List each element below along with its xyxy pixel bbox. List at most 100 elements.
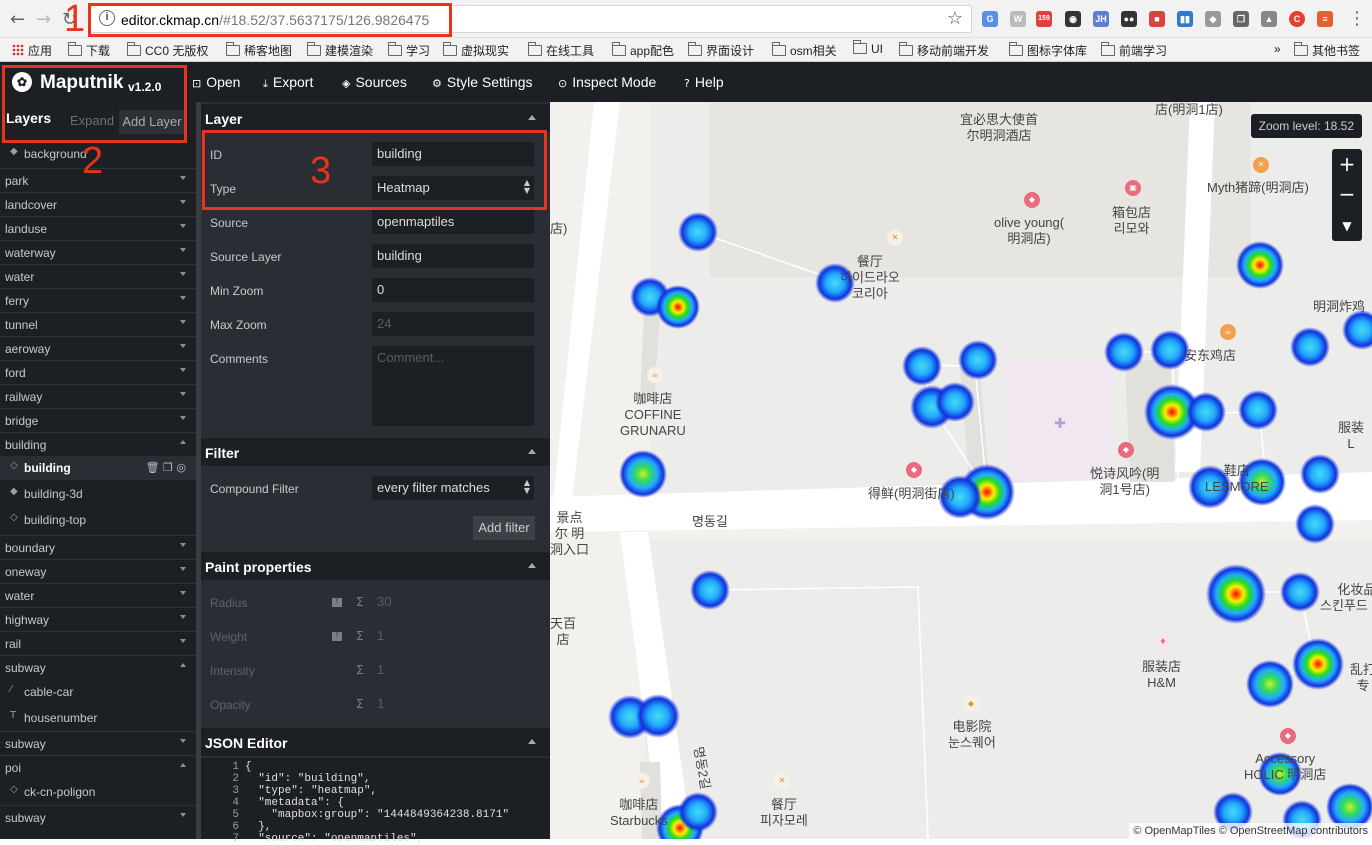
translate-extension-icon[interactable]: G: [982, 11, 998, 27]
layer-group-row[interactable]: ferry: [0, 288, 196, 312]
add-filter-button[interactable]: Add filter: [473, 516, 535, 540]
bag-poi-icon[interactable]: ▣: [1125, 180, 1141, 196]
clothes-poi-icon[interactable]: ♦: [1155, 634, 1171, 650]
compound-filter-select[interactable]: every filter matches ▲ ▼: [372, 476, 534, 500]
bookmark-folder[interactable]: 下载: [68, 42, 110, 59]
chevron-down-icon[interactable]: [180, 813, 186, 817]
chevron-down-icon[interactable]: [180, 296, 186, 300]
camera-extension-icon[interactable]: ◉: [1065, 11, 1081, 27]
circle-extension-icon[interactable]: C: [1289, 11, 1305, 27]
layer-row[interactable]: ◆ building-3d: [0, 482, 196, 506]
layer-group-row[interactable]: subway: [0, 731, 196, 755]
expression-sigma-icon[interactable]: Σ: [356, 697, 364, 711]
bookmark-folder[interactable]: 界面设计: [688, 42, 754, 59]
bookmark-star-icon[interactable]: ☆: [947, 8, 963, 29]
chevron-down-icon[interactable]: [180, 368, 186, 372]
expression-sigma-icon[interactable]: Σ: [356, 595, 364, 609]
layer-group-row[interactable]: landcover: [0, 192, 196, 216]
compass-icon[interactable]: ▼: [1332, 211, 1362, 241]
open-button[interactable]: ⊡ Open: [192, 74, 240, 90]
chevron-down-icon[interactable]: [180, 224, 186, 228]
map-place-label[interactable]: 箱包店 리모와: [1112, 205, 1151, 237]
restaurant-poi-icon[interactable]: ✕: [887, 230, 903, 246]
layer-group-row[interactable]: tunnel: [0, 312, 196, 336]
map-canvas[interactable]: ◆ ▣ ✕ ✕ ☕ ☕ ✚ ◆ ◆ ♦ ◆ ◆ ✕ ☕ 宜必思大使首 尔明洞酒店…: [550, 102, 1372, 839]
layer-group-row[interactable]: building: [0, 432, 196, 456]
paint-value-input[interactable]: 1: [372, 692, 534, 716]
layer-group-row[interactable]: water: [0, 264, 196, 288]
map-place-label[interactable]: 得鲜(明洞街店): [868, 486, 955, 502]
layer-group-row[interactable]: water: [0, 583, 196, 607]
cafe-poi-icon[interactable]: ☕: [1220, 324, 1236, 340]
inspect-mode-button[interactable]: ⊙ Inspect Mode: [558, 74, 656, 90]
bookmark-folder[interactable]: 虚拟现实: [443, 42, 509, 59]
map-place-label[interactable]: Myth猪蹄(明洞店): [1207, 180, 1309, 196]
bookmark-folder[interactable]: CC0 无版权: [127, 42, 208, 59]
map-place-label[interactable]: 悦诗风吟(明 洞1号店): [1090, 466, 1159, 498]
bookmark-folder[interactable]: 稀客地图: [226, 42, 292, 59]
layer-group-row[interactable]: highway: [0, 607, 196, 631]
chevron-down-icon[interactable]: [180, 639, 186, 643]
badge-extension-icon[interactable]: 159: [1036, 11, 1052, 27]
shop-poi-icon[interactable]: ◆: [1118, 442, 1134, 458]
bookmark-folder[interactable]: 移动前端开发: [899, 42, 989, 59]
map-place-label[interactable]: 餐厅 하이드라오 코리아: [840, 254, 900, 302]
forward-icon[interactable]: →: [36, 9, 51, 30]
copy-extension-icon[interactable]: ❐: [1233, 11, 1249, 27]
chevron-up-icon[interactable]: [180, 663, 186, 667]
shop-poi-icon[interactable]: ◆: [906, 462, 922, 478]
map-place-label[interactable]: 宜必思大使首 尔明洞酒店: [960, 112, 1038, 144]
map-place-label[interactable]: olive young( 明洞店): [994, 215, 1064, 247]
expression-sigma-icon[interactable]: Σ: [356, 663, 364, 677]
function-icon[interactable]: f: [332, 598, 342, 607]
chevron-down-icon[interactable]: [180, 248, 186, 252]
chevron-down-icon[interactable]: [180, 272, 186, 276]
layer-row[interactable]: ◇ ck-cn-poligon: [0, 780, 196, 804]
zoom-in-button[interactable]: +: [1332, 149, 1362, 179]
layer-group-row[interactable]: bridge: [0, 408, 196, 432]
json-section-header[interactable]: JSON Editor: [201, 728, 550, 756]
map-place-label[interactable]: 电影院 눈스퀘어: [948, 719, 996, 751]
cafe-poi-icon[interactable]: ☕: [647, 367, 663, 383]
chevron-down-icon[interactable]: [180, 739, 186, 743]
layer-group-row[interactable]: poi: [0, 755, 196, 779]
layer-group-row[interactable]: boundary: [0, 535, 196, 559]
map-place-label[interactable]: 化妆品 스킨푸드 (Ski: [1320, 582, 1372, 614]
paint-value-input[interactable]: 30: [372, 590, 534, 614]
bookmark-folder[interactable]: app配色: [612, 42, 674, 59]
layer-group-row[interactable]: oneway: [0, 559, 196, 583]
map-place-label[interactable]: 安东鸡店: [1184, 348, 1236, 364]
export-button[interactable]: ⤓ Export: [263, 74, 313, 91]
layer-group-row[interactable]: landuse: [0, 216, 196, 240]
map-place-label[interactable]: 咖啡店 COFFINE GRUNARU: [620, 391, 686, 439]
layer-group-row[interactable]: waterway: [0, 240, 196, 264]
bookmark-folder[interactable]: 学习: [388, 42, 430, 59]
map-place-label[interactable]: 服装店 H&M: [1142, 659, 1181, 691]
cosmetics-poi-icon[interactable]: ◆: [1024, 192, 1040, 208]
bookmark-folder[interactable]: osm相关: [772, 42, 837, 59]
cinema-poi-icon[interactable]: ◆: [963, 696, 979, 712]
map-place-label[interactable]: 鞋店 LESMORE: [1205, 463, 1269, 495]
chevron-down-icon[interactable]: [180, 416, 186, 420]
layer-group-row[interactable]: aeroway: [0, 336, 196, 360]
map-place-label[interactable]: 天百 店: [550, 616, 576, 648]
help-button[interactable]: ? Help: [684, 74, 724, 90]
menu-icon[interactable]: ⋮: [1348, 8, 1366, 29]
map-place-label[interactable]: 景点 尔 明 洞入口: [550, 510, 589, 558]
map-attribution[interactable]: © OpenMapTiles © OpenStreetMap contribut…: [1129, 823, 1372, 839]
bookmark-folder[interactable]: 建模渲染: [307, 42, 373, 59]
layer-group-row[interactable]: rail: [0, 631, 196, 655]
bookmark-folder[interactable]: UI: [853, 40, 883, 56]
field-input[interactable]: 24: [372, 312, 534, 336]
chevron-down-icon[interactable]: [180, 320, 186, 324]
field-input[interactable]: openmaptiles: [372, 210, 534, 234]
paint-value-input[interactable]: 1: [372, 658, 534, 682]
map-place-label[interactable]: 店): [550, 221, 567, 237]
chevron-up-icon[interactable]: [180, 440, 186, 444]
map-place-label[interactable]: 乱打 专: [1350, 662, 1372, 694]
cafe-poi-icon[interactable]: ☕: [634, 773, 650, 789]
layer-group-row[interactable]: subway: [0, 805, 196, 829]
map-place-label[interactable]: 店(明洞1店): [1155, 102, 1223, 118]
layer-group-row[interactable]: railway: [0, 384, 196, 408]
chevron-down-icon[interactable]: [180, 543, 186, 547]
